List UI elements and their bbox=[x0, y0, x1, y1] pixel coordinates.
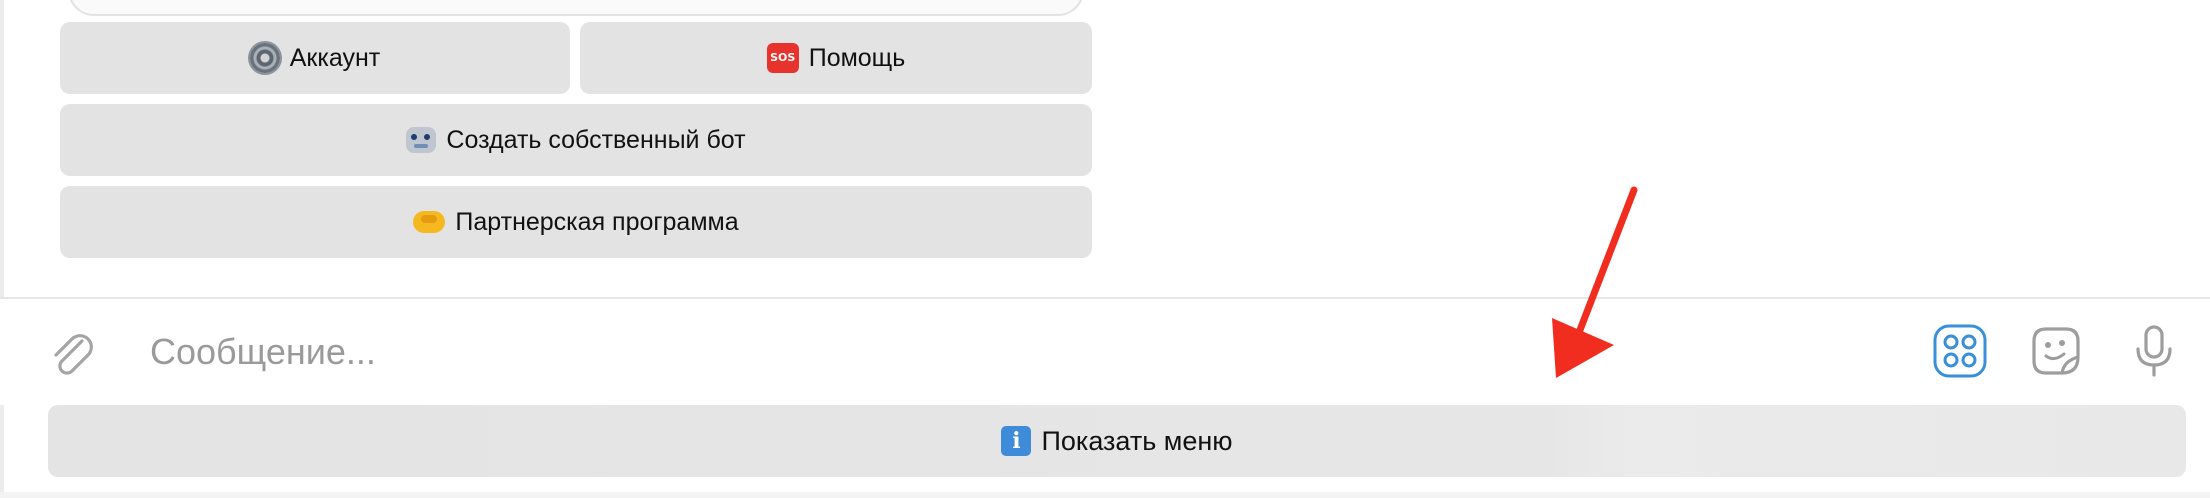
sticker-icon[interactable] bbox=[2026, 321, 2086, 381]
help-button-label: Помощь bbox=[808, 43, 906, 72]
account-button[interactable]: Аккаунт bbox=[60, 22, 570, 94]
red-arrow-annotation bbox=[1552, 186, 1638, 378]
sidebar-edge bbox=[0, 0, 4, 498]
account-button-label: Аккаунт bbox=[289, 43, 381, 72]
robot-icon bbox=[406, 127, 437, 153]
sos-icon: SOS bbox=[766, 43, 799, 73]
help-button[interactable]: SOS Помощь bbox=[580, 22, 1092, 94]
create-bot-button-label: Создать собственный бот bbox=[446, 125, 746, 154]
chat-window: Аккаунт SOS Помощь Создать собственный б… bbox=[0, 0, 2210, 498]
show-menu-button[interactable]: i Показать меню bbox=[48, 405, 2186, 477]
handshake-icon bbox=[413, 211, 446, 233]
message-composer bbox=[0, 299, 2210, 405]
microphone-icon[interactable] bbox=[2124, 321, 2184, 381]
show-menu-label: Показать меню bbox=[1041, 425, 1233, 456]
partner-program-button-label: Партнерская программа bbox=[455, 207, 739, 236]
bot-commands-icon[interactable] bbox=[1930, 321, 1990, 381]
paperclip-icon[interactable] bbox=[44, 327, 98, 381]
create-bot-button[interactable]: Создать собственный бот bbox=[60, 104, 1092, 176]
arrow-shaft bbox=[1576, 186, 1638, 334]
info-icon: i bbox=[1001, 426, 1032, 456]
gear-icon bbox=[249, 43, 280, 73]
window-bottom-edge bbox=[0, 492, 2210, 498]
partner-program-button[interactable]: Партнерская программа bbox=[60, 186, 1092, 258]
previous-message-bubble bbox=[68, 0, 1084, 16]
